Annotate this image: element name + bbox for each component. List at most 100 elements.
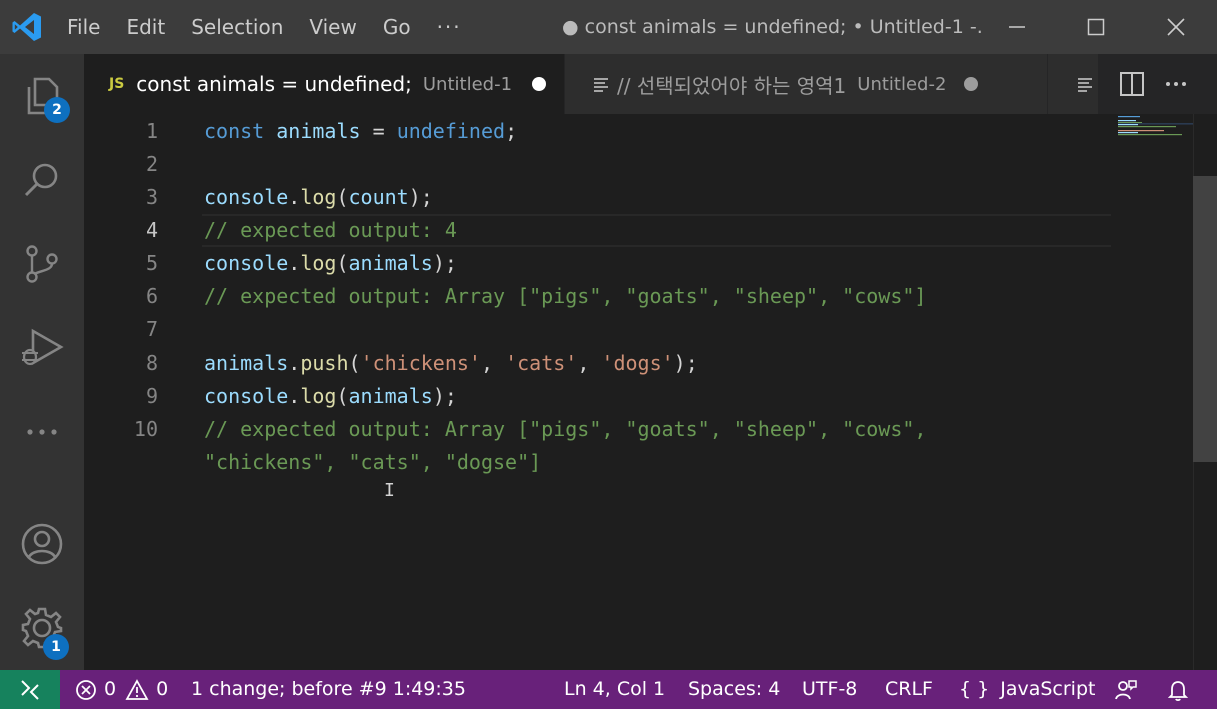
object-token: console	[204, 251, 289, 275]
language-mode[interactable]: { } JavaScript	[959, 670, 1095, 709]
more-views-button[interactable]	[0, 390, 84, 474]
source-control-icon	[26, 245, 58, 283]
remote-indicator-button[interactable]	[0, 670, 60, 709]
language-label: JavaScript	[1000, 678, 1096, 700]
object-token: console	[204, 185, 289, 209]
punctuation-token: );	[432, 251, 457, 275]
punctuation-token: );	[432, 384, 457, 408]
split-editor-button[interactable]	[1112, 54, 1152, 114]
punctuation-token: .	[288, 185, 301, 209]
cursor-position[interactable]: Ln 4, Col 1	[564, 670, 665, 709]
menu-more[interactable]: ···	[424, 0, 475, 54]
braces-icon: { }	[959, 678, 990, 700]
code-line-8: animals.push('chickens', 'cats', 'dogs')…	[204, 347, 698, 380]
run-debug-button[interactable]	[0, 306, 84, 390]
maximize-icon	[1087, 18, 1105, 36]
manage-button[interactable]: 1	[0, 586, 84, 670]
keyword-token: undefined	[396, 119, 506, 143]
minimize-icon	[1009, 26, 1025, 28]
change-info[interactable]: 1 change; before #9 1:49:35	[191, 670, 466, 709]
minimize-button[interactable]	[977, 0, 1057, 54]
feedback-button[interactable]	[1114, 670, 1138, 709]
menu-file[interactable]: File	[54, 0, 113, 54]
line-number: 9	[145, 384, 158, 408]
text-file-icon	[1078, 78, 1092, 92]
problems-button[interactable]: 0 0	[75, 670, 168, 709]
status-bar: 0 0 1 change; before #9 1:49:35 Ln 4, Co…	[0, 670, 1217, 709]
source-control-button[interactable]	[0, 222, 84, 306]
line-number: 5	[145, 251, 158, 275]
line-number: 2	[145, 152, 158, 176]
close-window-button[interactable]	[1136, 0, 1216, 54]
text-file-icon	[594, 78, 608, 92]
punctuation-token: .	[288, 351, 301, 375]
account-icon	[21, 523, 63, 565]
javascript-file-icon: JS	[109, 76, 125, 92]
more-actions-button[interactable]	[1156, 54, 1196, 114]
object-token: console	[204, 384, 289, 408]
code-line-10: // expected output: Array ["pigs", "goat…	[204, 417, 927, 441]
split-editor-icon	[1120, 72, 1144, 96]
run-debug-icon	[22, 328, 64, 366]
unsaved-dot-icon[interactable]	[964, 77, 979, 91]
maximize-button[interactable]	[1056, 0, 1136, 54]
string-token: 'cats'	[505, 351, 578, 375]
settings-badge: 1	[43, 634, 69, 660]
feedback-icon	[1115, 679, 1137, 699]
error-icon	[76, 679, 96, 700]
menu-edit[interactable]: Edit	[113, 0, 178, 54]
string-token: 'dogs'	[601, 351, 674, 375]
window-title: ● const animals = undefined; • Untitled-…	[562, 16, 982, 38]
operator-token: =	[360, 119, 397, 143]
explorer-button[interactable]: 2	[0, 54, 84, 138]
tab-untitled-1[interactable]: JS const animals = undefined; Untitled-1	[84, 54, 564, 114]
indentation[interactable]: Spaces: 4	[688, 670, 780, 709]
function-token: log	[300, 185, 337, 209]
menu-go[interactable]: Go	[370, 0, 424, 54]
error-count: 0	[104, 678, 117, 700]
object-token: animals	[204, 351, 289, 375]
punctuation-token: ,	[480, 351, 506, 375]
tab-title: // 선택되었어야 하는 영역1	[617, 73, 847, 98]
code-line-9: console.log(animals);	[204, 380, 457, 413]
line-number: 10	[133, 417, 158, 441]
punctuation-token: (	[336, 185, 349, 209]
function-token: log	[300, 384, 337, 408]
variable-token: animals	[348, 384, 433, 408]
search-icon	[24, 163, 58, 197]
punctuation-token: ,	[577, 351, 602, 375]
warning-count: 0	[156, 678, 169, 700]
encoding[interactable]: UTF-8	[802, 670, 857, 709]
string-token: 'chickens'	[360, 351, 481, 375]
warning-icon	[125, 678, 149, 700]
function-token: push	[300, 351, 349, 375]
search-button[interactable]	[0, 138, 84, 222]
menu-bar: File Edit Selection View Go ···	[54, 0, 475, 54]
tab-description: Untitled-2	[857, 73, 947, 95]
title-bar: File Edit Selection View Go ··· ● const …	[0, 0, 1217, 54]
variable-token: animals	[276, 119, 361, 143]
line-number: 3	[145, 185, 158, 209]
code-line-10-wrapped: "chickens", "cats", "dogse"]	[204, 450, 542, 474]
variable-token: animals	[348, 251, 433, 275]
code-line-4: // expected output: 4	[204, 218, 457, 242]
notifications-button[interactable]	[1166, 670, 1190, 709]
menu-view[interactable]: View	[296, 0, 369, 54]
tab-description: Untitled-1	[422, 73, 513, 95]
vscode-logo-icon	[0, 0, 54, 54]
tab-untitled-2[interactable]: // 선택되었어야 하는 영역1 Untitled-2	[565, 54, 1047, 114]
tab-overflow[interactable]	[1048, 54, 1098, 114]
punctuation-token: );	[673, 351, 698, 375]
line-number-current: 4	[145, 218, 158, 242]
code-editor[interactable]: 1 2 3 4 5 6 7 8 9 10 const animals = und…	[84, 114, 1217, 670]
variable-token: count	[348, 185, 409, 209]
punctuation-token: (	[348, 351, 361, 375]
line-number: 1	[145, 119, 158, 143]
code-line-3: console.log(count);	[204, 181, 433, 214]
accounts-button[interactable]	[0, 502, 84, 586]
vertical-scrollbar-thumb[interactable]	[1193, 176, 1217, 462]
unsaved-dot-icon[interactable]	[532, 77, 547, 91]
minimap[interactable]	[1118, 114, 1194, 154]
menu-selection[interactable]: Selection	[178, 0, 296, 54]
end-of-line[interactable]: CRLF	[885, 670, 933, 709]
